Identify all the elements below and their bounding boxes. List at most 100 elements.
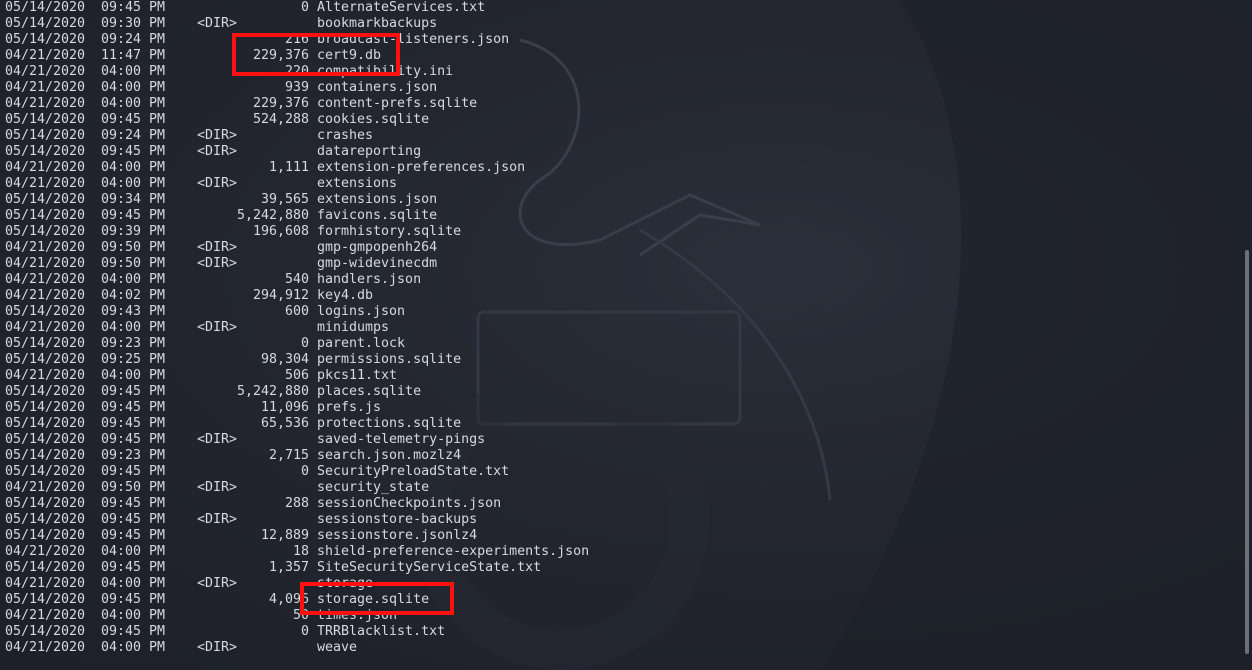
entry-name: favicons.sqlite [317,208,438,223]
entry-size: 0 [300,464,309,479]
entry-date: 04/21/2020 [5,160,86,175]
entry-name: gmp-gmpopenh264 [317,240,438,255]
entry-time: 04:00 [101,576,142,591]
entry-date: 05/14/2020 [5,512,86,527]
entry-ampm: PM [149,560,166,575]
entry-time: 09:45 [101,592,142,607]
entry-name: datareporting [317,144,422,159]
entry-name: shield-preference-experiments.json [317,544,590,559]
entry-ampm: PM [149,112,166,127]
entry-size: 1,357 [268,560,309,575]
entry-size: 50 [292,608,309,623]
entry-name: SecurityPreloadState.txt [317,464,510,479]
entry-name: broadcast-listeners.json [317,32,510,47]
entry-name: sessionstore-backups [317,512,478,527]
entry-size: 229,376 [252,96,309,111]
entry-date: 04/21/2020 [5,48,86,63]
entry-name: formhistory.sqlite [317,224,462,239]
entry-ampm: PM [149,336,166,351]
entry-time: 11:47 [101,48,142,63]
entry-time: 04:02 [101,288,142,303]
entry-name: security_state [317,480,430,495]
entry-date: 05/14/2020 [5,464,86,479]
entry-ampm: PM [149,224,166,239]
entry-size: 39,565 [260,192,309,207]
entry-ampm: PM [149,288,166,303]
entry-time: 09:50 [101,240,142,255]
entry-time: 04:00 [101,544,142,559]
entry-size: 939 [284,80,309,95]
entry-time: 09:30 [101,16,142,31]
entry-size: 524,288 [252,112,309,127]
entry-name: crashes [317,128,374,143]
entry-time: 09:24 [101,32,142,47]
entry-date: 05/14/2020 [5,128,86,143]
entry-size: 294,912 [252,288,309,303]
entry-time: 04:00 [101,64,142,79]
entry-size: 0 [300,336,309,351]
entry-dir-flag: <DIR> [197,240,238,255]
entry-size: 5,242,880 [236,384,309,399]
entry-name: times.json [317,608,398,623]
entry-ampm: PM [149,96,166,111]
entry-time: 09:45 [101,432,142,447]
entry-time: 04:00 [101,640,142,655]
entry-date: 04/21/2020 [5,256,86,271]
entry-dir-flag: <DIR> [197,480,238,495]
entry-size: 600 [284,304,309,319]
vertical-scrollbar[interactable] [1242,0,1252,670]
entry-size: 12,889 [260,528,309,543]
entry-size: 216 [284,32,309,47]
entry-time: 09:45 [101,512,142,527]
entry-size: 0 [300,0,309,15]
entry-date: 05/14/2020 [5,224,86,239]
entry-name: AlternateServices.txt [317,0,486,15]
entry-ampm: PM [149,304,166,319]
entry-size: 506 [284,368,309,383]
entry-dir-flag: <DIR> [197,144,238,159]
entry-date: 05/14/2020 [5,304,86,319]
entry-ampm: PM [149,368,166,383]
entry-date: 05/14/2020 [5,448,86,463]
entry-ampm: PM [149,432,166,447]
entry-ampm: PM [149,576,166,591]
entry-time: 09:23 [101,448,142,463]
entry-date: 05/14/2020 [5,336,86,351]
entry-name: prefs.js [317,400,382,415]
entry-time: 04:00 [101,320,142,335]
entry-dir-flag: <DIR> [197,256,238,271]
entry-time: 04:00 [101,96,142,111]
entry-ampm: PM [149,480,166,495]
entry-time: 04:00 [101,80,142,95]
entry-time: 04:00 [101,368,142,383]
entry-dir-flag: <DIR> [197,128,238,143]
entry-date: 04/21/2020 [5,480,86,495]
entry-time: 09:45 [101,112,142,127]
entry-date: 05/14/2020 [5,592,86,607]
entry-dir-flag: <DIR> [197,320,238,335]
terminal-window[interactable]: { "window": {"title": "Terminal"}, "list… [0,0,1252,670]
entry-ampm: PM [149,176,166,191]
entry-time: 09:45 [101,208,142,223]
scrollbar-thumb[interactable] [1245,250,1249,654]
entry-name: sessionCheckpoints.json [317,496,502,511]
entry-size: 4,096 [268,592,309,607]
entry-size: 1,111 [268,160,309,175]
entry-ampm: PM [149,128,166,143]
entry-time: 09:50 [101,480,142,495]
entry-date: 04/21/2020 [5,608,86,623]
entry-dir-flag: <DIR> [197,176,238,191]
entry-ampm: PM [149,624,166,639]
entry-time: 04:00 [101,608,142,623]
entry-ampm: PM [149,64,166,79]
entry-time: 09:45 [101,0,142,15]
entry-ampm: PM [149,448,166,463]
entry-date: 05/14/2020 [5,208,86,223]
entry-date: 04/21/2020 [5,544,86,559]
entry-ampm: PM [149,48,166,63]
entry-time: 09:45 [101,560,142,575]
entry-date: 05/14/2020 [5,16,86,31]
entry-ampm: PM [149,384,166,399]
entry-date: 04/21/2020 [5,176,86,191]
entry-time: 09:45 [101,400,142,415]
